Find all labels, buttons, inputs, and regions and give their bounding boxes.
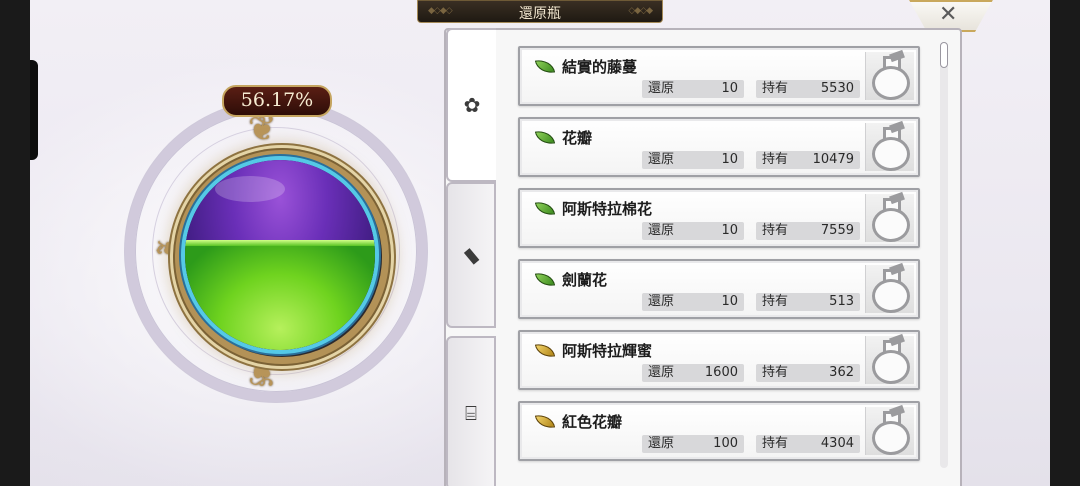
leaf-icon	[534, 270, 556, 289]
scrollbar-thumb[interactable]	[940, 42, 948, 68]
leaf-icon	[534, 128, 556, 147]
restore-label: 還原	[648, 223, 675, 238]
ornament-top-icon: ❦	[248, 109, 277, 149]
owned-stat: 持有 362	[756, 364, 860, 382]
owned-stat: 持有 10479	[756, 151, 860, 169]
item-list[interactable]: 結實的藤蔓 還原 10 持有 5530 花瓣 還原 10 持有 10479 阿斯特拉棉花 還原 10 持有…	[508, 34, 944, 480]
item-name: 劍蘭花	[562, 271, 608, 289]
restore-value: 10	[721, 294, 738, 309]
camera-notch	[30, 60, 38, 160]
restore-value: 10	[721, 223, 738, 238]
restore-gauge: ❦ ❦ ❧ ❧ 56.17%	[130, 82, 420, 408]
furniture-icon: ⌸	[465, 401, 477, 425]
leaf-icon	[534, 199, 556, 218]
flower-icon: ✿	[463, 93, 481, 117]
restore-stat: 還原 10	[642, 80, 744, 98]
stone-icon: ▮	[459, 242, 483, 268]
restore-flask-button[interactable]	[865, 262, 914, 313]
owned-stat: 持有 5530	[756, 80, 860, 98]
leaf-icon	[534, 341, 556, 360]
owned-label: 持有	[762, 436, 789, 451]
restore-label: 還原	[648, 365, 675, 380]
restore-flask-button[interactable]	[865, 49, 914, 100]
restore-stat: 還原 10	[642, 293, 744, 311]
restore-label: 還原	[648, 436, 675, 451]
game-screen: ◆◇◆◇ 還原瓶 ◇◆◇◆ ✕ ❦ ❦ ❧ ❧ 56.17% ✿ ▮ ⌸	[30, 0, 1050, 486]
owned-label: 持有	[762, 223, 789, 238]
item-name: 阿斯特拉棉花	[562, 200, 653, 218]
owned-value: 4304	[820, 436, 854, 451]
restore-stat: 還原 10	[642, 151, 744, 169]
owned-label: 持有	[762, 365, 789, 380]
flask-icon	[872, 208, 910, 242]
item-row[interactable]: 阿斯特拉棉花還原 10 持有 7559	[518, 188, 920, 248]
leaf-icon	[534, 57, 556, 76]
restore-value: 10	[721, 81, 738, 96]
tab-furniture[interactable]: ⌸	[446, 336, 496, 486]
title-bar: ◆◇◆◇ 還原瓶 ◇◆◇◆	[417, 0, 663, 23]
orb-fill	[185, 243, 375, 350]
owned-value: 362	[829, 365, 854, 380]
restore-flask-button[interactable]	[865, 120, 914, 171]
item-name: 花瓣	[562, 129, 593, 147]
flask-icon	[872, 66, 910, 100]
owned-stat: 持有 7559	[756, 222, 860, 240]
restore-value: 10	[721, 152, 738, 167]
restore-label: 還原	[648, 81, 675, 96]
tab-flowers[interactable]: ✿	[446, 28, 496, 182]
restore-value: 1600	[704, 365, 738, 380]
flask-icon	[872, 421, 910, 455]
owned-value: 513	[829, 294, 854, 309]
leaf-icon	[534, 412, 556, 431]
percent-badge: 56.17%	[222, 85, 332, 117]
restore-flask-button[interactable]	[865, 333, 914, 384]
tab-stones[interactable]: ▮	[446, 182, 496, 328]
restore-stat: 還原 1600	[642, 364, 744, 382]
owned-value: 10479	[812, 152, 854, 167]
close-icon: ✕	[939, 2, 958, 27]
flask-icon	[872, 350, 910, 384]
category-tabs: ✿ ▮ ⌸	[444, 28, 496, 486]
owned-label: 持有	[762, 81, 789, 96]
item-row[interactable]: 結實的藤蔓 還原 10 持有 5530	[518, 46, 920, 106]
item-row[interactable]: 阿斯特拉輝蜜還原 1600 持有 362	[518, 330, 920, 390]
item-name: 阿斯特拉輝蜜	[562, 342, 653, 360]
flask-icon	[872, 137, 910, 171]
flask-icon	[872, 279, 910, 313]
owned-label: 持有	[762, 152, 789, 167]
orb-liquid-surface	[185, 240, 375, 246]
owned-stat: 持有 513	[756, 293, 860, 311]
scrollbar[interactable]	[940, 42, 948, 468]
restore-stat: 還原 100	[642, 435, 744, 453]
item-row[interactable]: 花瓣還原 10 持有 10479	[518, 117, 920, 177]
orb-shine	[215, 176, 285, 202]
item-name: 紅色花瓣	[562, 413, 623, 431]
item-row[interactable]: 紅色花瓣還原 100 持有 4304	[518, 401, 920, 461]
restore-label: 還原	[648, 294, 675, 309]
restore-flask-button[interactable]	[865, 404, 914, 455]
gauge-orb	[185, 160, 375, 350]
restore-stat: 還原 10	[642, 222, 744, 240]
owned-value: 5530	[820, 81, 854, 96]
item-row[interactable]: 劍蘭花還原 10 持有 513	[518, 259, 920, 319]
restore-label: 還原	[648, 152, 675, 167]
owned-stat: 持有 4304	[756, 435, 860, 453]
owned-label: 持有	[762, 294, 789, 309]
restore-flask-button[interactable]	[865, 191, 914, 242]
owned-value: 7559	[820, 223, 854, 238]
restore-value: 100	[713, 436, 738, 451]
title-ornament-right: ◇◆◇◆	[628, 6, 653, 16]
item-name: 結實的藤蔓	[562, 58, 638, 76]
